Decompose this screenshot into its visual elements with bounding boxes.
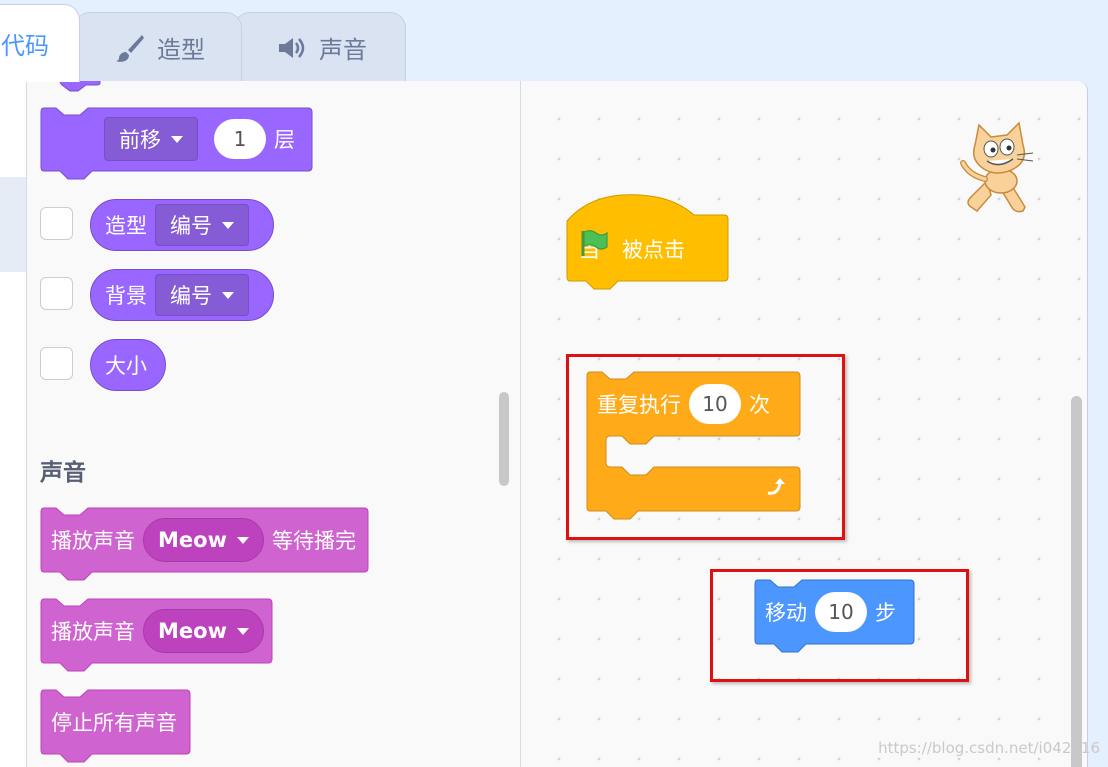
category-selected-highlight bbox=[0, 177, 26, 272]
scratch-cat-icon bbox=[957, 119, 1049, 215]
size-reporter-label: 大小 bbox=[105, 354, 147, 378]
backdrop-property-value: 编号 bbox=[170, 284, 212, 308]
highlight-box-repeat bbox=[566, 354, 845, 540]
layer-direction-dropdown[interactable]: 前移 bbox=[104, 117, 198, 161]
stop-all-sounds-block[interactable]: 停止所有声音 bbox=[40, 689, 192, 763]
category-menu[interactable] bbox=[0, 81, 27, 767]
tab-code[interactable]: 代码 bbox=[0, 4, 80, 82]
costume-monitor-checkbox[interactable] bbox=[40, 207, 73, 240]
highlight-box-move bbox=[710, 569, 969, 682]
chevron-down-icon bbox=[222, 291, 234, 299]
when-flag-clicked-block[interactable]: 当 被点击 bbox=[566, 193, 730, 293]
speaker-icon bbox=[277, 35, 307, 61]
start-sound-label: 播放声音 bbox=[51, 620, 135, 644]
tab-sounds-label: 声音 bbox=[319, 36, 367, 64]
go-forward-layers-block[interactable]: 前移 1 层 bbox=[40, 107, 313, 183]
start-sound-block[interactable]: 播放声音 Meow bbox=[40, 598, 274, 672]
layer-suffix-label: 层 bbox=[274, 128, 295, 152]
watermark: https://blog.csdn.net/i042416 bbox=[878, 739, 1100, 757]
costume-property-value: 编号 bbox=[170, 214, 212, 238]
sound-category-title: 声音 bbox=[40, 460, 86, 486]
tab-sounds[interactable]: 声音 bbox=[234, 12, 406, 82]
tab-code-label: 代码 bbox=[1, 32, 49, 60]
sound-select-dropdown[interactable]: Meow bbox=[143, 518, 264, 562]
tab-costumes-label: 造型 bbox=[157, 36, 205, 64]
chevron-down-icon bbox=[236, 627, 249, 635]
costume-reporter-label: 造型 bbox=[105, 214, 147, 238]
stage-panel-edge bbox=[1100, 81, 1108, 767]
sound-select-dropdown[interactable]: Meow bbox=[143, 609, 264, 653]
size-reporter[interactable]: 大小 bbox=[90, 339, 166, 391]
chevron-down-icon bbox=[236, 536, 249, 544]
wait-until-done-label: 等待播完 bbox=[271, 529, 356, 553]
clicked-label: 被点击 bbox=[622, 238, 685, 262]
sound-select-value: Meow bbox=[158, 528, 227, 552]
costume-property-dropdown[interactable]: 编号 bbox=[155, 204, 249, 246]
layer-direction-value: 前移 bbox=[119, 128, 161, 152]
backdrop-property-dropdown[interactable]: 编号 bbox=[155, 274, 249, 316]
play-sound-until-done-block[interactable]: 播放声音 Meow 等待播完 bbox=[40, 507, 370, 581]
script-workspace[interactable]: 当 被点击 重复执行 10 次 移动 10 步 bbox=[521, 81, 1088, 767]
chevron-down-icon bbox=[171, 135, 183, 143]
workspace-scrollbar[interactable] bbox=[1071, 396, 1082, 767]
sound-select-value: Meow bbox=[158, 619, 227, 643]
backdrop-monitor-checkbox[interactable] bbox=[40, 277, 73, 310]
palette-scrollbar[interactable] bbox=[499, 392, 509, 486]
paintbrush-icon bbox=[115, 33, 145, 63]
layer-count-input[interactable]: 1 bbox=[214, 119, 266, 159]
tab-costumes[interactable]: 造型 bbox=[74, 12, 242, 82]
stop-all-sounds-label: 停止所有声音 bbox=[51, 711, 177, 735]
backdrop-number-reporter[interactable]: 背景 编号 bbox=[90, 269, 274, 321]
size-monitor-checkbox[interactable] bbox=[40, 347, 73, 380]
chevron-down-icon bbox=[222, 221, 234, 229]
play-sound-label: 播放声音 bbox=[51, 529, 135, 553]
backdrop-reporter-label: 背景 bbox=[105, 284, 147, 308]
block-palette[interactable]: 前移 1 层 造型 编号 背景 编号 大小 声音 播放声音 Meow 等待播完 … bbox=[27, 81, 521, 767]
costume-number-reporter[interactable]: 造型 编号 bbox=[90, 199, 274, 251]
